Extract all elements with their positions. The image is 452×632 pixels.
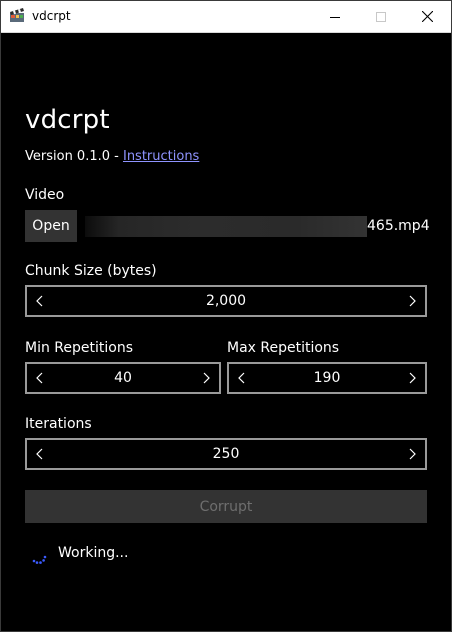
min-repetitions-value[interactable]: 40 xyxy=(53,364,193,392)
max-repetitions-increment-button[interactable] xyxy=(399,364,425,392)
status-text: Working... xyxy=(58,545,129,561)
chunk-size-decrement-button[interactable] xyxy=(27,287,53,315)
chunk-size-label: Chunk Size (bytes) xyxy=(25,263,157,279)
app-title: vdcrpt xyxy=(25,105,110,135)
minimize-icon xyxy=(330,16,340,18)
app-window: vdcrpt vdcrpt Version 0.1.0 - Instructio… xyxy=(0,0,452,632)
min-repetitions-label: Min Repetitions xyxy=(25,340,133,356)
version-text: Version 0.1.0 - xyxy=(25,149,123,164)
min-repetitions-increment-button[interactable] xyxy=(193,364,219,392)
max-repetitions-label: Max Repetitions xyxy=(227,340,340,356)
maximize-button[interactable] xyxy=(358,1,404,32)
iterations-value[interactable]: 250 xyxy=(53,440,399,468)
chevron-right-icon xyxy=(203,372,210,384)
clapperboard-icon xyxy=(9,8,25,23)
chevron-right-icon xyxy=(409,372,416,384)
chevron-right-icon xyxy=(409,295,416,307)
iterations-label: Iterations xyxy=(25,416,92,432)
instructions-link[interactable]: Instructions xyxy=(123,149,199,164)
title-bar[interactable]: vdcrpt xyxy=(1,1,451,33)
max-repetitions-value[interactable]: 190 xyxy=(255,364,399,392)
maximize-icon xyxy=(376,11,386,22)
chevron-left-icon xyxy=(238,372,245,384)
iterations-stepper[interactable]: 250 xyxy=(25,438,427,470)
min-repetitions-decrement-button[interactable] xyxy=(27,364,53,392)
max-repetitions-stepper[interactable]: 190 xyxy=(227,362,427,394)
max-repetitions-decrement-button[interactable] xyxy=(229,364,255,392)
file-path-redacted xyxy=(85,216,367,237)
close-icon xyxy=(421,11,433,22)
chunk-size-increment-button[interactable] xyxy=(399,287,425,315)
version-line: Version 0.1.0 - Instructions xyxy=(25,149,199,164)
chevron-left-icon xyxy=(36,448,43,460)
chevron-right-icon xyxy=(409,448,416,460)
window-title: vdcrpt xyxy=(32,9,71,23)
file-path: 465.mp4 xyxy=(367,218,430,234)
iterations-decrement-button[interactable] xyxy=(27,440,53,468)
corrupt-button[interactable]: Corrupt xyxy=(25,490,427,523)
iterations-increment-button[interactable] xyxy=(399,440,425,468)
chevron-left-icon xyxy=(36,372,43,384)
open-button[interactable]: Open xyxy=(25,210,77,242)
min-repetitions-stepper[interactable]: 40 xyxy=(25,362,221,394)
chunk-size-value[interactable]: 2,000 xyxy=(53,287,399,315)
chunk-size-stepper[interactable]: 2,000 xyxy=(25,285,427,317)
close-button[interactable] xyxy=(404,1,450,32)
minimize-button[interactable] xyxy=(312,1,358,32)
chevron-left-icon xyxy=(36,295,43,307)
video-label: Video xyxy=(25,187,65,203)
spinner-icon xyxy=(30,547,48,565)
